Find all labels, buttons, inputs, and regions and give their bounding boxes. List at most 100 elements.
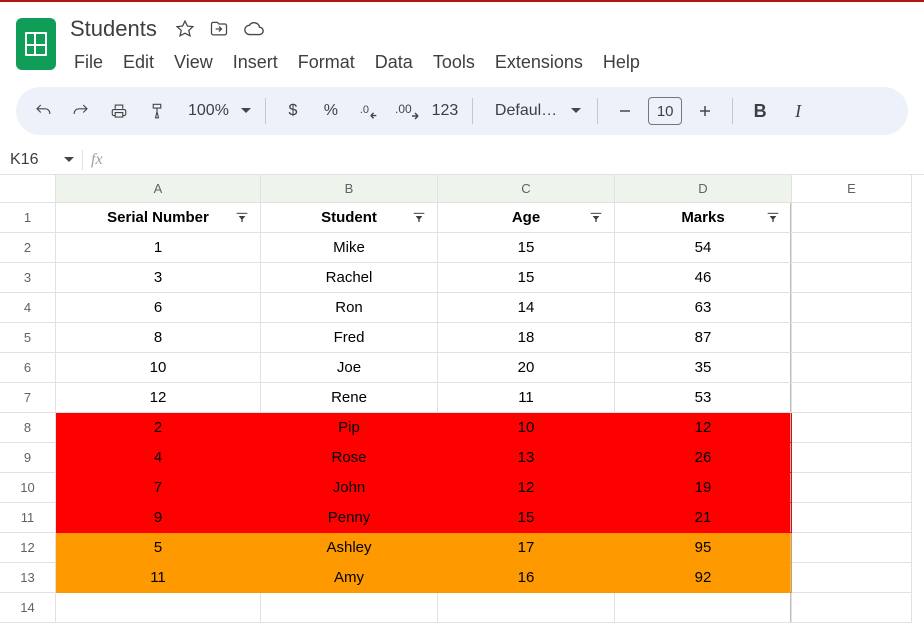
cell[interactable]: 14 — [438, 293, 615, 323]
menu-view[interactable]: View — [166, 48, 221, 77]
row-header[interactable]: 13 — [0, 563, 56, 593]
name-box[interactable]: K16 — [0, 151, 60, 169]
cell[interactable]: 8 — [56, 323, 261, 353]
cell[interactable]: 1 — [56, 233, 261, 263]
menu-tools[interactable]: Tools — [425, 48, 483, 77]
cell[interactable]: 12 — [438, 473, 615, 503]
cell[interactable]: 12 — [615, 413, 792, 443]
cell[interactable]: 19 — [615, 473, 792, 503]
font-size-input[interactable]: 10 — [648, 97, 682, 125]
cell[interactable] — [792, 533, 912, 563]
cell[interactable]: 87 — [615, 323, 792, 353]
filter-icon[interactable] — [411, 210, 427, 226]
cell[interactable]: 20 — [438, 353, 615, 383]
row-header[interactable]: 1 — [0, 203, 56, 233]
cell[interactable] — [792, 203, 912, 233]
col-header-d[interactable]: D — [615, 175, 792, 203]
cell[interactable]: 10 — [56, 353, 261, 383]
col-header-b[interactable]: B — [261, 175, 438, 203]
cell[interactable]: 53 — [615, 383, 792, 413]
cell[interactable]: 9 — [56, 503, 261, 533]
header-cell[interactable]: Student — [261, 203, 438, 233]
cell[interactable]: 5 — [56, 533, 261, 563]
cell[interactable] — [792, 443, 912, 473]
cell[interactable]: John — [261, 473, 438, 503]
cell[interactable]: 26 — [615, 443, 792, 473]
row-header[interactable]: 4 — [0, 293, 56, 323]
cell[interactable]: 12 — [56, 383, 261, 413]
cell[interactable]: 11 — [56, 563, 261, 593]
row-header[interactable]: 12 — [0, 533, 56, 563]
cell[interactable]: 63 — [615, 293, 792, 323]
cell[interactable]: Mike — [261, 233, 438, 263]
row-header[interactable]: 7 — [0, 383, 56, 413]
cell[interactable]: Ron — [261, 293, 438, 323]
row-header[interactable]: 11 — [0, 503, 56, 533]
redo-button[interactable] — [64, 94, 98, 128]
cell[interactable] — [792, 593, 912, 623]
undo-button[interactable] — [26, 94, 60, 128]
document-title[interactable]: Students — [66, 14, 161, 44]
cell[interactable]: Rose — [261, 443, 438, 473]
cell[interactable] — [615, 593, 792, 623]
cell[interactable]: Rene — [261, 383, 438, 413]
increase-decimal-button[interactable]: .00 — [390, 94, 424, 128]
print-button[interactable] — [102, 94, 136, 128]
menu-file[interactable]: File — [66, 48, 111, 77]
cell[interactable]: 46 — [615, 263, 792, 293]
filter-icon[interactable] — [234, 210, 250, 226]
more-formats-button[interactable]: 123 — [428, 94, 462, 128]
cell[interactable] — [438, 593, 615, 623]
decrease-decimal-button[interactable]: .0 — [352, 94, 386, 128]
header-cell[interactable]: Age — [438, 203, 615, 233]
cell[interactable] — [792, 503, 912, 533]
cell[interactable] — [792, 353, 912, 383]
menu-format[interactable]: Format — [290, 48, 363, 77]
cell[interactable] — [56, 593, 261, 623]
row-header[interactable]: 9 — [0, 443, 56, 473]
header-cell[interactable]: Marks — [615, 203, 792, 233]
col-header-c[interactable]: C — [438, 175, 615, 203]
menu-data[interactable]: Data — [367, 48, 421, 77]
menu-edit[interactable]: Edit — [115, 48, 162, 77]
cell[interactable]: Penny — [261, 503, 438, 533]
row-header[interactable]: 3 — [0, 263, 56, 293]
row-header[interactable]: 6 — [0, 353, 56, 383]
cell[interactable] — [792, 383, 912, 413]
cell[interactable]: 4 — [56, 443, 261, 473]
cell[interactable]: 17 — [438, 533, 615, 563]
cell[interactable]: Pip — [261, 413, 438, 443]
row-header[interactable]: 8 — [0, 413, 56, 443]
cell[interactable] — [792, 293, 912, 323]
cell[interactable]: 2 — [56, 413, 261, 443]
cell[interactable] — [792, 263, 912, 293]
cell[interactable]: 54 — [615, 233, 792, 263]
cell[interactable]: 35 — [615, 353, 792, 383]
cell[interactable]: Ashley — [261, 533, 438, 563]
row-header[interactable]: 2 — [0, 233, 56, 263]
cell[interactable]: 15 — [438, 503, 615, 533]
cell[interactable]: Rachel — [261, 263, 438, 293]
cell[interactable]: 92 — [615, 563, 792, 593]
menu-help[interactable]: Help — [595, 48, 648, 77]
cloud-status-icon[interactable] — [243, 18, 265, 40]
header-cell[interactable]: Serial Number — [56, 203, 261, 233]
cell[interactable] — [261, 593, 438, 623]
increase-font-size-button[interactable] — [688, 94, 722, 128]
name-box-dropdown-icon[interactable] — [60, 155, 78, 165]
move-icon[interactable] — [209, 19, 229, 39]
cell[interactable] — [792, 413, 912, 443]
cell[interactable]: 10 — [438, 413, 615, 443]
cell[interactable]: Joe — [261, 353, 438, 383]
paint-format-button[interactable] — [140, 94, 174, 128]
zoom-dropdown[interactable]: 100% — [178, 94, 255, 128]
cell[interactable]: 16 — [438, 563, 615, 593]
menu-extensions[interactable]: Extensions — [487, 48, 591, 77]
cell[interactable] — [792, 323, 912, 353]
currency-button[interactable]: $ — [276, 94, 310, 128]
cell[interactable] — [792, 563, 912, 593]
cell[interactable]: Fred — [261, 323, 438, 353]
bold-button[interactable]: B — [743, 94, 777, 128]
cell[interactable]: 7 — [56, 473, 261, 503]
filter-icon[interactable] — [765, 210, 781, 226]
